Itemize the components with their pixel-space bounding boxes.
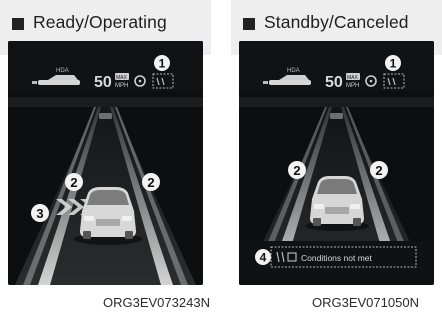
image-code: ORG3EV073243N bbox=[103, 295, 210, 310]
panel-title: Standby/Canceled bbox=[264, 12, 409, 32]
callout-badge: 1 bbox=[154, 55, 170, 71]
svg-text:1: 1 bbox=[159, 57, 166, 71]
panel-ready-operating: Ready/Operating HDA 50 MAX MPH 1 2 2 3 O… bbox=[0, 0, 211, 313]
callout-badge: 4 bbox=[255, 249, 271, 265]
callout-layer: 1 2 2 4 Conditions not met bbox=[255, 55, 401, 265]
cluster-display: HDA 50 MAX MPH 1 2 bbox=[8, 41, 203, 285]
panel-title: Ready/Operating bbox=[33, 12, 167, 32]
image-code: ORG3EV071050N bbox=[312, 295, 419, 310]
cluster-display: HDA 50 MAX MPH 1 2 bbox=[239, 41, 434, 285]
svg-text:2: 2 bbox=[70, 175, 77, 190]
svg-text:4: 4 bbox=[260, 251, 267, 265]
panel-standby-canceled: Standby/Canceled HDA 50 MAX MPH 1 2 2 4 … bbox=[231, 0, 442, 313]
svg-text:2: 2 bbox=[147, 175, 154, 190]
svg-text:2: 2 bbox=[293, 163, 300, 178]
bullet-square-icon bbox=[12, 18, 24, 30]
bullet-square-icon bbox=[243, 18, 255, 30]
svg-text:1: 1 bbox=[390, 57, 397, 71]
svg-text:2: 2 bbox=[375, 163, 382, 178]
status-message: Conditions not met bbox=[301, 253, 373, 263]
callout-badge: 1 bbox=[385, 55, 401, 71]
callout-badge: 3 bbox=[31, 204, 49, 222]
callout-badge: 2 bbox=[370, 161, 388, 179]
callout-layer: 1 2 2 3 bbox=[31, 55, 170, 222]
callout-badge: 2 bbox=[288, 161, 306, 179]
callout-badge: 2 bbox=[65, 173, 83, 191]
callout-badge: 2 bbox=[142, 173, 160, 191]
svg-text:3: 3 bbox=[36, 206, 43, 221]
